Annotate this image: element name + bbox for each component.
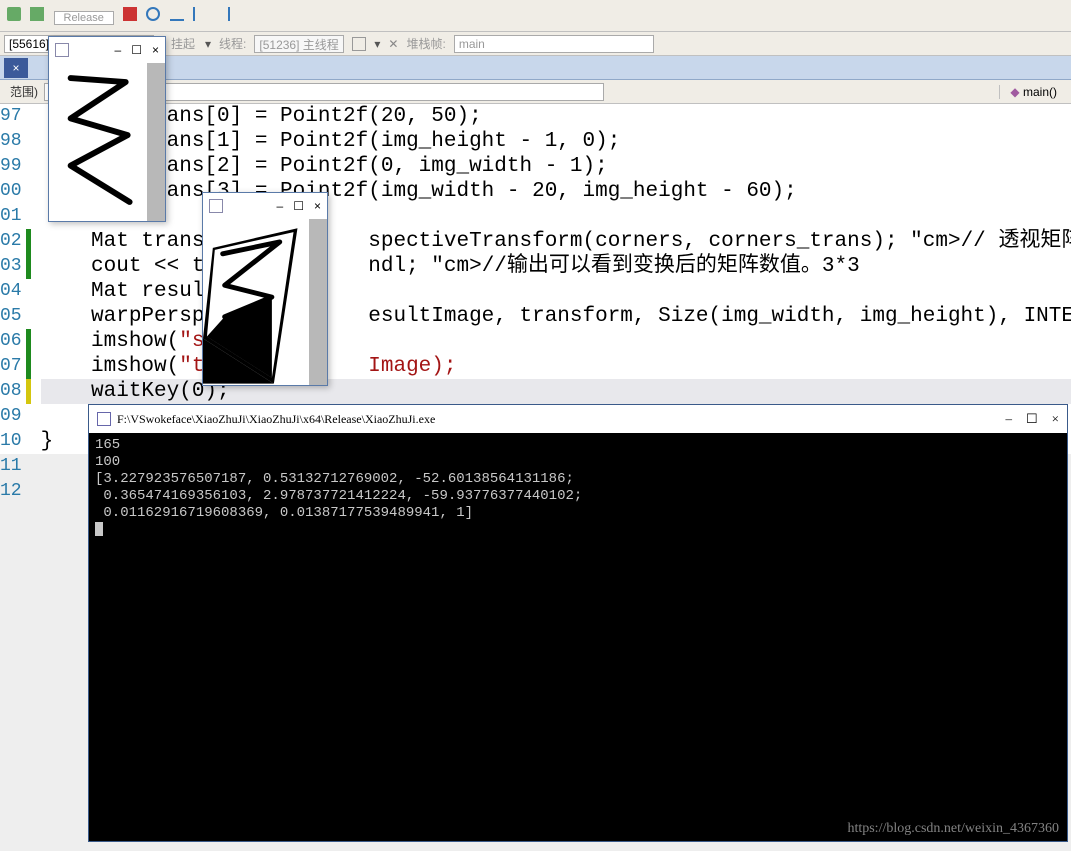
image-canvas [203, 219, 327, 385]
minimize-icon[interactable]: – [115, 43, 122, 57]
code-surface[interactable]: trans[0] = Point2f(20, 50); trans[1] = P… [31, 104, 1071, 454]
stackframe-label: 堆栈帧: [406, 35, 445, 52]
watermark: https://blog.csdn.net/weixin_4367360 [847, 821, 1059, 837]
image-canvas [49, 63, 165, 221]
console-title-text: F:\VSwokeface\XiaoZhuJi\XiaoZhuJi\x64\Re… [117, 412, 435, 427]
scrollbar-v[interactable] [309, 219, 327, 385]
thread-label: 线程: [219, 35, 246, 52]
toolbox-icon[interactable] [352, 37, 366, 51]
window-titlebar[interactable]: – ☐ × [49, 37, 165, 63]
line-gutter: 97989900010203040506070809101112 [0, 104, 26, 454]
maximize-icon[interactable]: ☐ [131, 43, 142, 57]
function-name: main() [1023, 85, 1057, 99]
close-icon[interactable]: × [152, 43, 159, 57]
imshow-window-src[interactable]: – ☐ × [48, 36, 166, 222]
close-icon[interactable]: × [1052, 411, 1059, 427]
toolbar-icon-group: Release [4, 7, 233, 25]
thread-combo[interactable]: [51236] 主线程 [254, 35, 344, 53]
app-icon [97, 412, 111, 426]
function-indicator[interactable]: ◆ main() [999, 85, 1067, 99]
console-window[interactable]: F:\VSwokeface\XiaoZhuJi\XiaoZhuJi\x64\Re… [88, 404, 1068, 842]
minimize-icon[interactable]: – [277, 199, 284, 213]
step-in-icon[interactable] [193, 7, 207, 21]
step-over-icon[interactable] [170, 7, 184, 21]
console-output: 165 100 [3.227923576507187, 0.5313271276… [89, 433, 1067, 546]
imshow-window-trans[interactable]: – ☐ × [202, 192, 328, 386]
close-icon[interactable]: × [314, 199, 321, 213]
maximize-icon[interactable]: ☐ [293, 199, 304, 213]
image-icon [55, 43, 69, 57]
restart-icon[interactable] [146, 7, 160, 21]
config-combo[interactable]: Release [54, 11, 114, 25]
stackframe-combo[interactable] [454, 35, 654, 53]
window-titlebar[interactable]: – ☐ × [203, 193, 327, 219]
console-titlebar[interactable]: F:\VSwokeface\XiaoZhuJi\XiaoZhuJi\x64\Re… [89, 405, 1067, 433]
step-out-icon[interactable] [216, 7, 230, 21]
filter-icon[interactable]: ▾ [374, 37, 380, 51]
scrollbar-v[interactable] [147, 63, 165, 221]
maximize-icon[interactable]: ☐ [1026, 411, 1038, 427]
stop-icon[interactable] [123, 7, 137, 21]
shuffle-icon[interactable]: ✕ [388, 37, 398, 51]
suspend-label: 挂起 [171, 35, 195, 52]
method-icon: ◆ [1010, 85, 1019, 99]
zigzag-warped [203, 219, 309, 385]
scope-label: 范围) [4, 83, 44, 100]
continue-icon[interactable] [30, 7, 44, 21]
close-tab-icon[interactable]: × [4, 58, 28, 78]
toolbar-main: Release [0, 0, 1071, 32]
play-icon[interactable] [7, 7, 21, 21]
zigzag-original [49, 63, 147, 221]
minimize-icon[interactable]: – [1006, 411, 1013, 427]
image-icon [209, 199, 223, 213]
